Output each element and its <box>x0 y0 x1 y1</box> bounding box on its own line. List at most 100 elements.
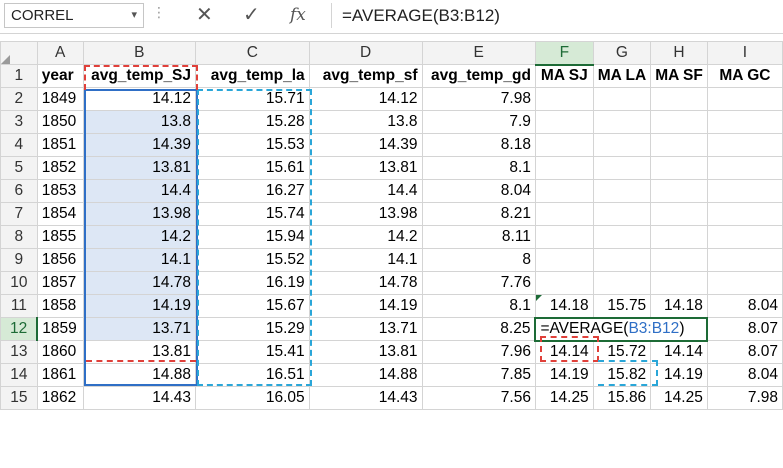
cell-i4[interactable] <box>706 133 783 157</box>
cell-e14[interactable]: 7.85 <box>421 363 536 387</box>
cell-b2[interactable]: 14.12 <box>82 87 197 111</box>
cell-f6[interactable] <box>534 179 594 203</box>
row-header-3[interactable]: 3 <box>0 110 38 134</box>
cell-d3[interactable]: 13.8 <box>308 110 423 134</box>
cell-f13[interactable]: 14.14 <box>534 340 594 364</box>
enter-checkmark-icon[interactable]: ✓ <box>243 3 260 27</box>
cell-d2[interactable]: 14.12 <box>308 87 423 111</box>
cell-h11[interactable]: 14.18 <box>650 294 708 318</box>
cell-a15[interactable]: 1862 <box>36 386 84 410</box>
cell-b6[interactable]: 14.4 <box>82 179 197 203</box>
column-header-h[interactable]: H <box>650 41 708 65</box>
cell-e12[interactable]: 8.25 <box>421 317 536 341</box>
cell-a13[interactable]: 1860 <box>36 340 84 364</box>
cell-g10[interactable] <box>592 271 652 295</box>
cell-i9[interactable] <box>706 248 783 272</box>
row-header-5[interactable]: 5 <box>0 156 38 180</box>
cell-c13[interactable]: 15.41 <box>195 340 310 364</box>
cell-a1[interactable]: year <box>36 64 84 88</box>
cell-g9[interactable] <box>592 248 652 272</box>
cell-c1[interactable]: avg_temp_la <box>195 64 310 88</box>
column-header-d[interactable]: D <box>308 41 423 65</box>
column-header-g[interactable]: G <box>592 41 652 65</box>
cell-b7[interactable]: 13.98 <box>82 202 197 226</box>
column-header-c[interactable]: C <box>195 41 310 65</box>
row-header-4[interactable]: 4 <box>0 133 38 157</box>
cancel-icon[interactable]: ✕ <box>196 3 213 27</box>
cell-i14[interactable]: 8.04 <box>706 363 783 387</box>
row-header-2[interactable]: 2 <box>0 87 38 111</box>
cell-b12[interactable]: 13.71 <box>82 317 197 341</box>
cell-a4[interactable]: 1851 <box>36 133 84 157</box>
cell-c8[interactable]: 15.94 <box>195 225 310 249</box>
cell-a10[interactable]: 1857 <box>36 271 84 295</box>
cell-b8[interactable]: 14.2 <box>82 225 197 249</box>
cell-h6[interactable] <box>650 179 708 203</box>
cell-c4[interactable]: 15.53 <box>195 133 310 157</box>
cell-i7[interactable] <box>706 202 783 226</box>
cell-a2[interactable]: 1849 <box>36 87 84 111</box>
cell-d10[interactable]: 14.78 <box>308 271 423 295</box>
cell-d14[interactable]: 14.88 <box>308 363 423 387</box>
cell-g4[interactable] <box>592 133 652 157</box>
cell-e1[interactable]: avg_temp_gd <box>421 64 536 88</box>
cell-b9[interactable]: 14.1 <box>82 248 197 272</box>
cell-h9[interactable] <box>650 248 708 272</box>
cell-i15[interactable]: 7.98 <box>706 386 783 410</box>
cell-f5[interactable] <box>534 156 594 180</box>
cell-h1[interactable]: MA SF <box>650 64 708 88</box>
cell-h13[interactable]: 14.14 <box>650 340 708 364</box>
cell-i5[interactable] <box>706 156 783 180</box>
cell-h7[interactable] <box>650 202 708 226</box>
cell-c11[interactable]: 15.67 <box>195 294 310 318</box>
cell-b15[interactable]: 14.43 <box>82 386 197 410</box>
column-header-a[interactable]: A <box>36 41 84 65</box>
cell-e15[interactable]: 7.56 <box>421 386 536 410</box>
cell-e10[interactable]: 7.76 <box>421 271 536 295</box>
cell-d5[interactable]: 13.81 <box>308 156 423 180</box>
cell-c12[interactable]: 15.29 <box>195 317 310 341</box>
column-header-e[interactable]: E <box>421 41 536 65</box>
cell-i11[interactable]: 8.04 <box>706 294 783 318</box>
cell-e5[interactable]: 8.1 <box>421 156 536 180</box>
cell-f8[interactable] <box>534 225 594 249</box>
cell-b5[interactable]: 13.81 <box>82 156 197 180</box>
cell-b1[interactable]: avg_temp_SJ <box>82 64 197 88</box>
cell-c7[interactable]: 15.74 <box>195 202 310 226</box>
cell-a6[interactable]: 1853 <box>36 179 84 203</box>
cell-f14[interactable]: 14.19 <box>534 363 594 387</box>
cell-f4[interactable] <box>534 133 594 157</box>
cell-e13[interactable]: 7.96 <box>421 340 536 364</box>
name-box[interactable]: CORREL ▾ <box>4 3 144 28</box>
cell-a8[interactable]: 1855 <box>36 225 84 249</box>
column-header-i[interactable]: I <box>706 41 783 65</box>
cell-i2[interactable] <box>706 87 783 111</box>
cell-d1[interactable]: avg_temp_sf <box>308 64 423 88</box>
cell-d9[interactable]: 14.1 <box>308 248 423 272</box>
cell-b11[interactable]: 14.19 <box>82 294 197 318</box>
row-header-15[interactable]: 15 <box>0 386 38 410</box>
row-header-12[interactable]: 12 <box>0 317 39 341</box>
cell-b14[interactable]: 14.88 <box>82 363 197 387</box>
cell-e9[interactable]: 8 <box>421 248 536 272</box>
cell-f9[interactable] <box>534 248 594 272</box>
cell-e2[interactable]: 7.98 <box>421 87 536 111</box>
cell-a7[interactable]: 1854 <box>36 202 84 226</box>
cell-i13[interactable]: 8.07 <box>706 340 783 364</box>
cell-b4[interactable]: 14.39 <box>82 133 197 157</box>
cell-c9[interactable]: 15.52 <box>195 248 310 272</box>
cell-g5[interactable] <box>592 156 652 180</box>
cell-h5[interactable] <box>650 156 708 180</box>
formula-input[interactable]: =AVERAGE(B3:B12) <box>331 3 783 28</box>
cell-c10[interactable]: 16.19 <box>195 271 310 295</box>
cell-h8[interactable] <box>650 225 708 249</box>
cell-g3[interactable] <box>592 110 652 134</box>
row-header-6[interactable]: 6 <box>0 179 38 203</box>
cell-g1[interactable]: MA LA <box>592 64 652 88</box>
cell-d8[interactable]: 14.2 <box>308 225 423 249</box>
cell-f3[interactable] <box>534 110 594 134</box>
cell-i10[interactable] <box>706 271 783 295</box>
cell-c14[interactable]: 16.51 <box>195 363 310 387</box>
cell-f7[interactable] <box>534 202 594 226</box>
cell-g14[interactable]: 15.82 <box>592 363 652 387</box>
